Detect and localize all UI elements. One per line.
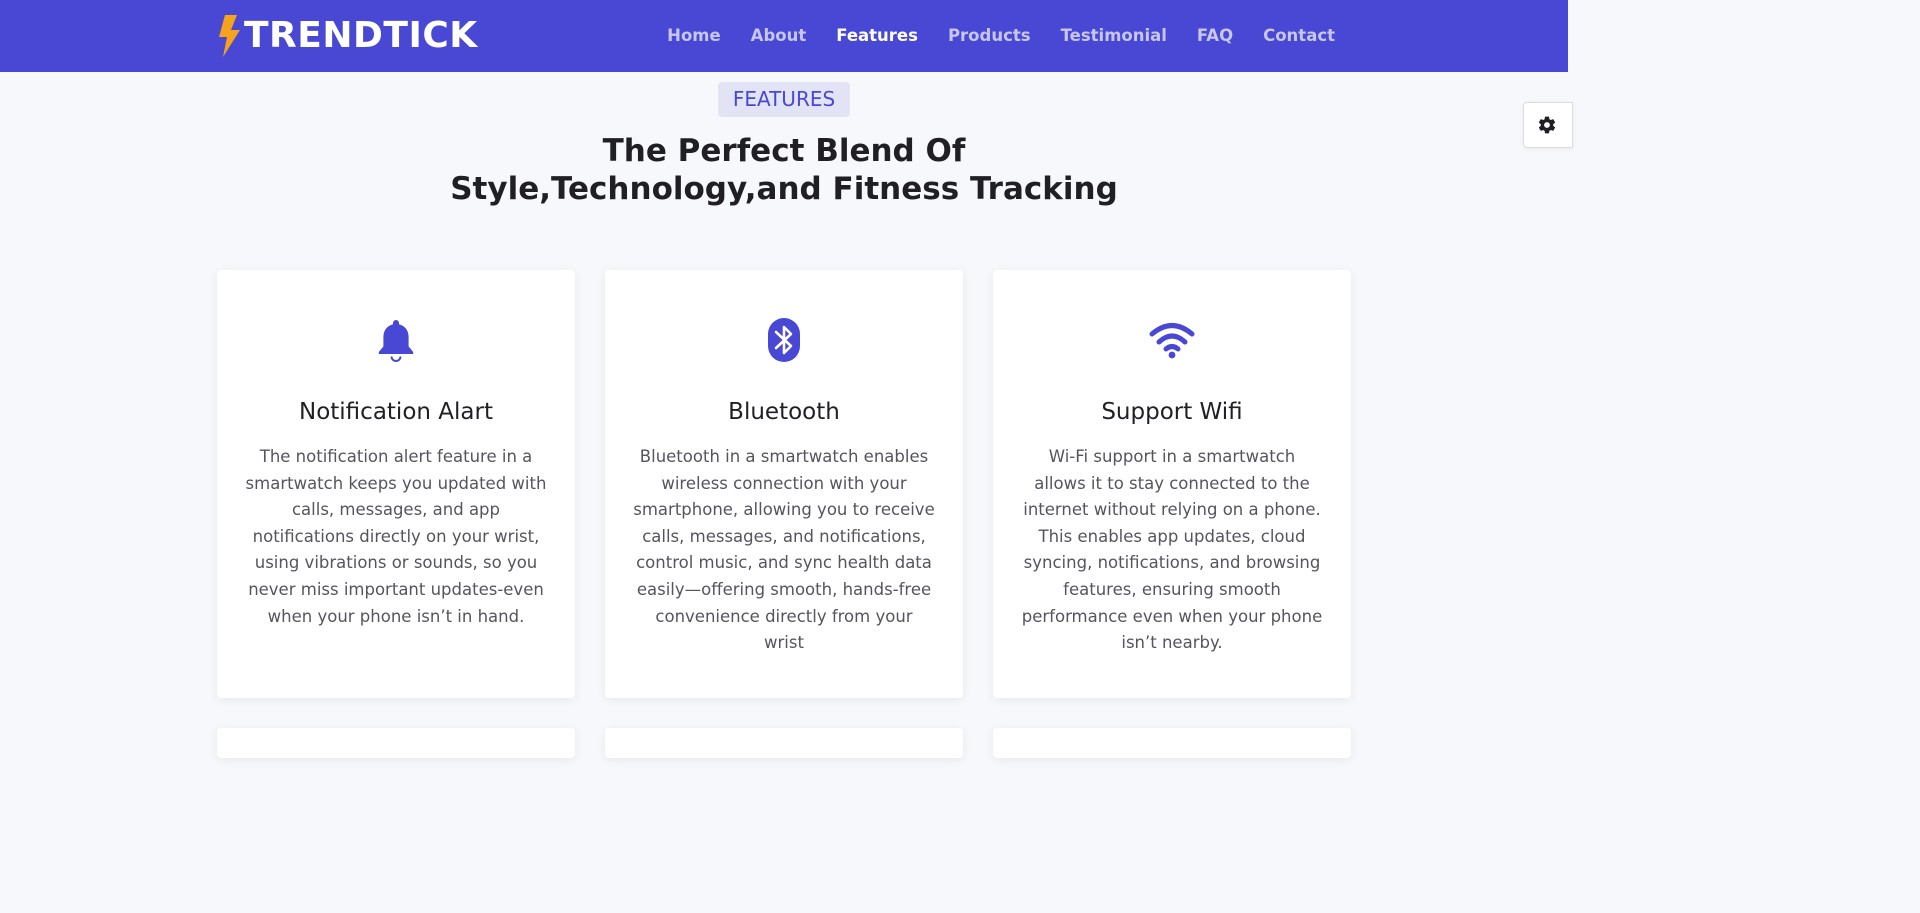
brand-logo[interactable]: TRENDTICK — [216, 14, 478, 58]
nav-item-contact[interactable]: Contact — [1263, 24, 1335, 48]
brand-name: TRENDTICK — [244, 15, 478, 56]
feature-card-notification: Notification Alart The notification aler… — [217, 270, 575, 698]
top-navbar: TRENDTICK Home About Features Products T… — [0, 0, 1568, 72]
nav-item-home[interactable]: Home — [667, 24, 721, 48]
nav-item-products[interactable]: Products — [948, 24, 1031, 48]
feature-card-next-row — [993, 728, 1351, 758]
bell-icon — [378, 320, 414, 362]
section-title: The Perfect Blend Of Style,Technology,an… — [384, 132, 1184, 208]
feature-card-text: Wi-Fi support in a smartwatch allows it … — [1021, 447, 1323, 653]
lightning-bolt-icon — [219, 15, 240, 57]
feature-card-next-row — [605, 728, 963, 758]
feature-card-title: Bluetooth — [728, 399, 840, 425]
nav-item-features[interactable]: Features — [836, 24, 918, 48]
bluetooth-icon — [768, 318, 800, 362]
feature-card-bluetooth: Bluetooth Bluetooth in a smartwatch enab… — [605, 270, 963, 698]
feature-card-next-row — [217, 728, 575, 758]
nav-item-faq[interactable]: FAQ — [1197, 24, 1233, 48]
settings-toggle-button[interactable] — [1523, 102, 1573, 148]
feature-card-text: The notification alert feature in a smar… — [245, 447, 547, 626]
section-badge: FEATURES — [718, 82, 850, 117]
feature-card-title: Notification Alart — [299, 399, 493, 425]
feature-card-wifi: Support Wifi Wi-Fi support in a smartwat… — [993, 270, 1351, 698]
main-nav: Home About Features Products Testimonial… — [667, 24, 1335, 48]
section-title-line-2: Style,Technology,and Fitness Tracking — [450, 171, 1118, 207]
gear-icon — [1538, 116, 1556, 134]
feature-card-title: Support Wifi — [1101, 399, 1243, 425]
nav-item-about[interactable]: About — [751, 24, 807, 48]
feature-card-text: Bluetooth in a smartwatch enables wirele… — [633, 447, 935, 653]
section-title-line-1: The Perfect Blend Of — [602, 133, 966, 169]
nav-item-testimonial[interactable]: Testimonial — [1061, 24, 1167, 48]
wifi-icon — [1149, 323, 1195, 359]
